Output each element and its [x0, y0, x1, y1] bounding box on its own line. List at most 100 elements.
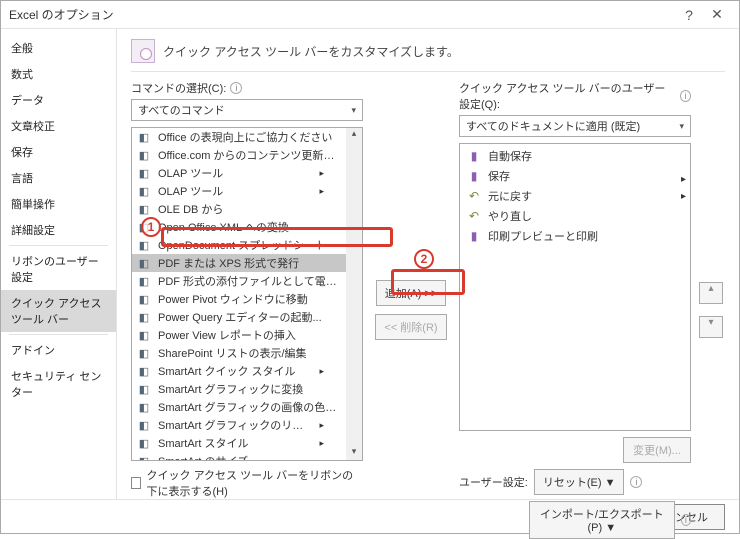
- command-icon: ◧: [136, 202, 152, 216]
- command-item[interactable]: ◧ SmartArt グラフィックの画像の色を変更: [132, 398, 346, 416]
- command-icon: ◧: [136, 256, 152, 270]
- commands-list[interactable]: ◧ Office の表現向上にご協力ください◧Office.com からのコンテン…: [131, 127, 363, 461]
- command-item[interactable]: ◧ OLAP ツール ▸: [132, 164, 346, 182]
- command-item[interactable]: ◧ SmartArt スタイル ▸: [132, 434, 346, 452]
- qat-item-icon: ▮: [466, 229, 482, 243]
- command-label: SmartArt グラフィックの画像の色を変更: [158, 399, 342, 415]
- nav-item[interactable]: クイック アクセス ツール バー: [1, 290, 116, 332]
- nav-item[interactable]: アドイン: [1, 337, 116, 363]
- command-icon: ◧: [136, 166, 152, 180]
- command-icon: ◧: [136, 454, 152, 461]
- command-label: Office の表現向上にご協力ください: [158, 129, 342, 145]
- submenu-arrow-icon: ▸: [319, 438, 342, 449]
- qat-item-icon: ▮: [466, 169, 482, 183]
- command-item[interactable]: ◧ Office の表現向上にご協力ください: [132, 128, 346, 146]
- qat-user-label: クイック アクセス ツール バーのユーザー設定(Q):i: [459, 80, 691, 112]
- command-item[interactable]: ◧ PDF 形式の添付ファイルとして電子メールで...: [132, 272, 346, 290]
- command-icon: ◧: [136, 220, 152, 234]
- command-icon: ◧: [136, 274, 152, 288]
- command-label: SharePoint リストの表示/編集: [158, 345, 342, 361]
- command-label: SmartArt グラフィックに変換: [158, 381, 342, 397]
- command-label: SmartArt クイック スタイル: [158, 363, 313, 379]
- info-icon[interactable]: i: [230, 82, 242, 94]
- command-item[interactable]: ◧SmartArt グラフィックに変換: [132, 380, 346, 398]
- move-up-button[interactable]: ▴: [699, 282, 723, 304]
- nav-item[interactable]: 全般: [1, 35, 116, 61]
- add-button[interactable]: 追加(A) >>: [376, 280, 447, 306]
- remove-button: << 削除(R): [375, 314, 446, 340]
- command-label: SmartArt スタイル: [158, 435, 313, 451]
- qat-item-label: 保存: [488, 168, 510, 184]
- command-item[interactable]: ◧ Open Office XML への変換: [132, 218, 346, 236]
- nav-item[interactable]: 簡単操作: [1, 191, 116, 217]
- command-label: OLAP ツール: [158, 183, 313, 199]
- qat-item[interactable]: ↶元に戻す: [460, 186, 690, 206]
- help-button[interactable]: ?: [675, 7, 703, 23]
- command-label: OLAP ツール: [158, 165, 313, 181]
- command-icon: ◧: [136, 346, 152, 360]
- command-label: OpenDocument スプレッドシート: [158, 237, 342, 253]
- command-item[interactable]: ◧Power Pivot ウィンドウに移動: [132, 290, 346, 308]
- command-item[interactable]: ◧Office.com からのコンテンツ更新を有効にす...: [132, 146, 346, 164]
- qat-list[interactable]: ▮自動保存▮保存↶元に戻す↶やり直し▮印刷プレビューと印刷 ▸ ▸: [459, 143, 691, 431]
- info-icon[interactable]: i: [630, 476, 642, 488]
- command-item[interactable]: ◧Power Query エディターの起動...: [132, 308, 346, 326]
- nav-item[interactable]: 文章校正: [1, 113, 116, 139]
- info-icon[interactable]: i: [680, 90, 691, 102]
- submenu-arrow-icon: ▸: [681, 174, 686, 185]
- command-icon: ◧: [136, 238, 152, 252]
- nav-item[interactable]: 言語: [1, 165, 116, 191]
- command-item[interactable]: ◧ OLE DB から: [132, 200, 346, 218]
- qat-item[interactable]: ▮自動保存: [460, 146, 690, 166]
- command-icon: ◧: [136, 400, 152, 414]
- modify-button: 変更(M)...: [623, 437, 691, 463]
- import-export-button[interactable]: インポート/エクスポート(P) ▼: [529, 501, 675, 539]
- command-icon: ◧: [136, 418, 152, 432]
- submenu-arrow-icon: ▸: [319, 366, 342, 377]
- command-item[interactable]: ◧ SmartArt クイック スタイル ▸: [132, 362, 346, 380]
- reset-button[interactable]: リセット(E) ▼: [534, 469, 625, 495]
- nav-item[interactable]: 保存: [1, 139, 116, 165]
- scrollbar[interactable]: ▴▾: [346, 128, 362, 460]
- command-label: Open Office XML への変換: [158, 219, 342, 235]
- nav-item[interactable]: セキュリティ センター: [1, 363, 116, 405]
- command-item[interactable]: ◧Power View レポートの挿入: [132, 326, 346, 344]
- nav-item[interactable]: データ: [1, 87, 116, 113]
- qat-item[interactable]: ↶やり直し: [460, 206, 690, 226]
- move-down-button[interactable]: ▾: [699, 316, 723, 338]
- submenu-arrow-icon: ▸: [319, 168, 342, 179]
- qat-item[interactable]: ▮ 保存: [460, 166, 690, 186]
- command-item[interactable]: ◧PDF または XPS 形式で発行: [132, 254, 346, 272]
- qat-item-icon: ▮: [466, 149, 482, 163]
- command-item[interactable]: ◧SmartArt のサイズ: [132, 452, 346, 461]
- command-icon: ◧: [136, 436, 152, 450]
- command-icon: ◧: [136, 292, 152, 306]
- command-icon: ◧: [136, 130, 152, 144]
- qat-item[interactable]: ▮ 印刷プレビューと印刷: [460, 226, 690, 246]
- nav-item[interactable]: 詳細設定: [1, 217, 116, 243]
- show-below-ribbon-checkbox[interactable]: [131, 477, 141, 489]
- command-icon: ◧: [136, 364, 152, 378]
- commands-from-dropdown[interactable]: すべてのコマンド▾: [131, 99, 363, 121]
- nav-item[interactable]: リボンのユーザー設定: [1, 248, 116, 290]
- command-item[interactable]: ◧SmartArt グラフィックのリセット▸: [132, 416, 346, 434]
- info-icon[interactable]: i: [681, 514, 691, 526]
- options-nav: 全般数式データ文章校正保存言語簡単操作詳細設定 リボンのユーザー設定クイック ア…: [1, 29, 117, 499]
- command-item[interactable]: ◧OLAP ツール▸: [132, 182, 346, 200]
- command-label: SmartArt グラフィックのリセット: [158, 417, 313, 433]
- qat-icon: [131, 39, 155, 63]
- command-item[interactable]: ◧ OpenDocument スプレッドシート: [132, 236, 346, 254]
- user-settings-label: ユーザー設定:: [459, 474, 528, 490]
- qat-scope-dropdown[interactable]: すべてのドキュメントに適用 (既定)▾: [459, 115, 691, 137]
- close-button[interactable]: ✕: [703, 6, 731, 23]
- command-label: OLE DB から: [158, 201, 342, 217]
- command-icon: ◧: [136, 148, 152, 162]
- show-below-ribbon-label: クイック アクセス ツール バーをリボンの下に表示する(H): [147, 467, 363, 499]
- qat-item-label: 印刷プレビューと印刷: [488, 228, 598, 244]
- command-label: PDF 形式の添付ファイルとして電子メールで...: [158, 273, 342, 289]
- submenu-arrow-icon: ▸: [319, 186, 342, 197]
- nav-item[interactable]: 数式: [1, 61, 116, 87]
- command-label: Power View レポートの挿入: [158, 327, 342, 343]
- command-item[interactable]: ◧ SharePoint リストの表示/編集: [132, 344, 346, 362]
- qat-item-label: 元に戻す: [488, 188, 532, 204]
